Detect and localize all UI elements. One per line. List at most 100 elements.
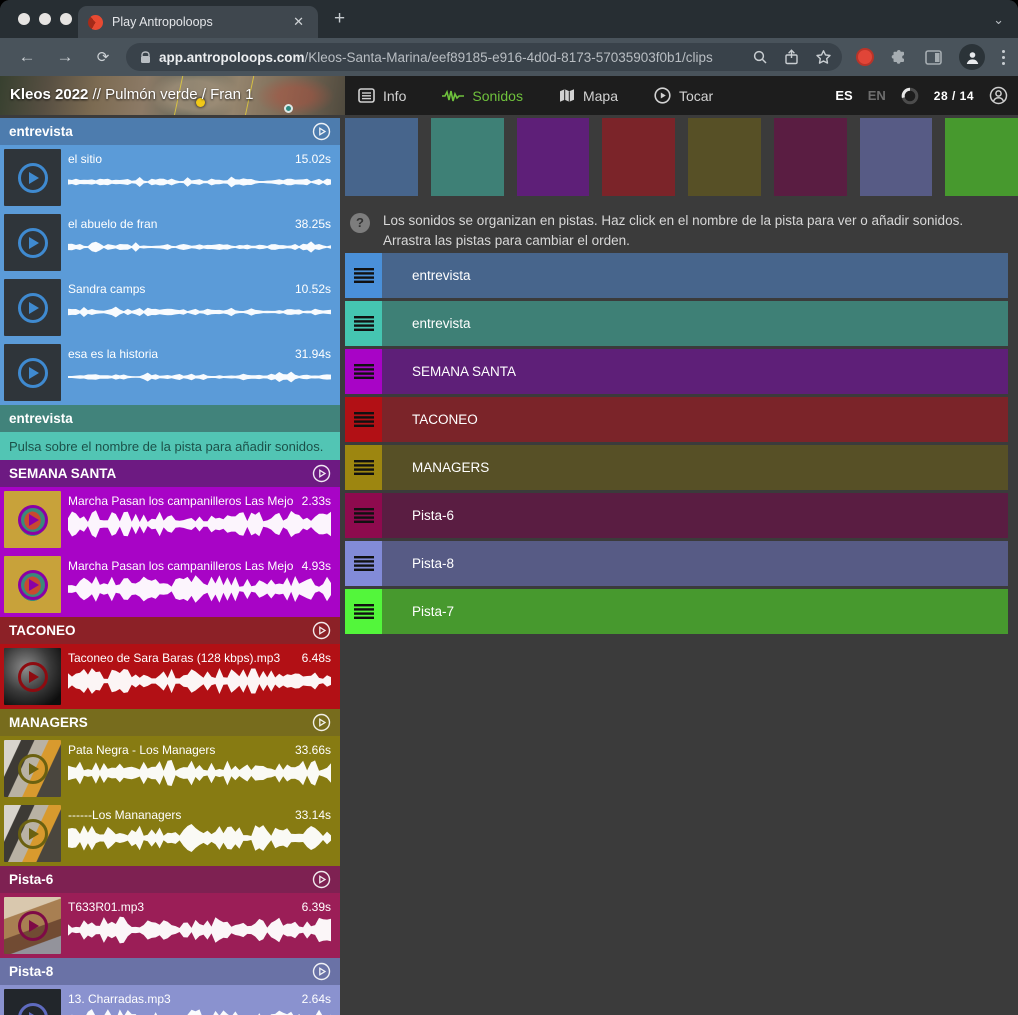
clip-row[interactable]: Marcha Pasan los campanilleros Las Mejor… bbox=[0, 487, 340, 552]
track-row[interactable]: entrevista bbox=[345, 253, 1008, 298]
nav-tocar[interactable]: Tocar bbox=[654, 87, 713, 104]
waveform[interactable] bbox=[68, 915, 331, 945]
track-row[interactable]: MANAGERS bbox=[345, 445, 1008, 490]
clip-thumbnail[interactable] bbox=[4, 897, 61, 954]
clip-thumbnail[interactable] bbox=[4, 556, 61, 613]
clip-thumbnail[interactable] bbox=[4, 491, 61, 548]
clip-row[interactable]: el abuelo de fran38.25s bbox=[0, 210, 340, 275]
play-track-icon[interactable] bbox=[312, 464, 331, 483]
close-window-button[interactable] bbox=[18, 13, 30, 25]
split-view-icon[interactable] bbox=[925, 50, 942, 65]
track-name[interactable]: Pista-7 bbox=[412, 604, 454, 619]
track-swatch[interactable] bbox=[431, 118, 504, 196]
track-swatch[interactable] bbox=[945, 118, 1018, 196]
waveform[interactable] bbox=[68, 167, 331, 197]
profile-icon[interactable] bbox=[959, 44, 985, 70]
play-track-icon[interactable] bbox=[312, 962, 331, 981]
play-clip-icon[interactable] bbox=[18, 570, 48, 600]
waveform[interactable] bbox=[68, 823, 331, 853]
waveform[interactable] bbox=[68, 297, 331, 327]
track-swatch[interactable] bbox=[688, 118, 761, 196]
waveform[interactable] bbox=[68, 362, 331, 392]
drag-handle[interactable] bbox=[345, 541, 382, 586]
track-row[interactable]: entrevista bbox=[345, 301, 1008, 346]
drag-handle[interactable] bbox=[345, 589, 382, 634]
clip-row[interactable]: el sitio15.02s bbox=[0, 145, 340, 210]
track-row[interactable]: TACONEO bbox=[345, 397, 1008, 442]
clip-row[interactable]: Pata Negra - Los Managers33.66s bbox=[0, 736, 340, 801]
track-swatch[interactable] bbox=[345, 118, 418, 196]
clip-row[interactable]: Taconeo de Sara Baras (128 kbps).mp36.48… bbox=[0, 644, 340, 709]
play-clip-icon[interactable] bbox=[18, 819, 48, 849]
clip-thumbnail[interactable] bbox=[4, 805, 61, 862]
track-swatch[interactable] bbox=[517, 118, 590, 196]
track-row[interactable]: Pista-6 bbox=[345, 493, 1008, 538]
star-icon[interactable] bbox=[815, 49, 832, 65]
play-track-icon[interactable] bbox=[312, 713, 331, 732]
lang-es-button[interactable]: ES bbox=[835, 88, 852, 103]
drag-handle[interactable] bbox=[345, 397, 382, 442]
track-section-header[interactable]: Pista-6 bbox=[0, 866, 340, 893]
waveform[interactable] bbox=[68, 574, 331, 604]
play-clip-icon[interactable] bbox=[18, 228, 48, 258]
waveform[interactable] bbox=[68, 758, 331, 788]
play-clip-icon[interactable] bbox=[18, 163, 48, 193]
clip-row[interactable]: esa es la historia31.94s bbox=[0, 340, 340, 405]
drag-handle[interactable] bbox=[345, 493, 382, 538]
address-bar[interactable]: app.antropoloops.com/Kleos-Santa-Marina/… bbox=[126, 43, 842, 71]
waveform[interactable] bbox=[68, 666, 331, 696]
track-section-header[interactable]: MANAGERS bbox=[0, 709, 340, 736]
play-clip-icon[interactable] bbox=[18, 358, 48, 388]
kebab-menu-icon[interactable] bbox=[1002, 50, 1005, 65]
minimize-window-button[interactable] bbox=[39, 13, 51, 25]
drag-handle[interactable] bbox=[345, 445, 382, 490]
play-track-icon[interactable] bbox=[312, 122, 331, 141]
track-row[interactable]: SEMANA SANTA bbox=[345, 349, 1008, 394]
track-swatch[interactable] bbox=[860, 118, 933, 196]
track-swatch[interactable] bbox=[774, 118, 847, 196]
play-clip-icon[interactable] bbox=[18, 911, 48, 941]
track-section-header[interactable]: TACONEO bbox=[0, 617, 340, 644]
new-tab-button[interactable]: + bbox=[334, 9, 345, 28]
play-track-icon[interactable] bbox=[312, 621, 331, 640]
nav-sonidos[interactable]: Sonidos bbox=[442, 88, 523, 104]
track-section-header[interactable]: SEMANA SANTA bbox=[0, 460, 340, 487]
drag-handle[interactable] bbox=[345, 253, 382, 298]
reload-icon[interactable]: ⟳ bbox=[92, 48, 114, 66]
clip-thumbnail[interactable] bbox=[4, 740, 61, 797]
track-name[interactable]: MANAGERS bbox=[412, 460, 489, 475]
back-icon[interactable]: ← bbox=[16, 47, 38, 67]
account-icon[interactable] bbox=[989, 86, 1008, 105]
record-icon[interactable] bbox=[856, 48, 874, 66]
waveform[interactable] bbox=[68, 1007, 331, 1015]
track-name[interactable]: Pista-8 bbox=[412, 556, 454, 571]
close-tab-icon[interactable]: ✕ bbox=[289, 12, 308, 32]
track-row[interactable]: Pista-7 bbox=[345, 589, 1008, 634]
play-clip-icon[interactable] bbox=[18, 662, 48, 692]
search-icon[interactable] bbox=[752, 49, 768, 65]
zoom-window-button[interactable] bbox=[60, 13, 72, 25]
track-name[interactable]: entrevista bbox=[412, 268, 471, 283]
play-track-icon[interactable] bbox=[312, 870, 331, 889]
clip-row[interactable]: Sandra camps10.52s bbox=[0, 275, 340, 340]
clip-thumbnail[interactable] bbox=[4, 648, 61, 705]
track-section-header[interactable]: entrevista bbox=[0, 405, 340, 432]
track-section-header[interactable]: entrevista bbox=[0, 118, 340, 145]
clip-thumbnail[interactable] bbox=[4, 149, 61, 206]
chevron-down-icon[interactable]: ⌄ bbox=[993, 12, 1004, 28]
play-clip-icon[interactable] bbox=[18, 505, 48, 535]
clip-thumbnail[interactable] bbox=[4, 344, 61, 401]
track-section-header[interactable]: Pista-8 bbox=[0, 958, 340, 985]
clip-thumbnail[interactable] bbox=[4, 989, 61, 1015]
track-name[interactable]: entrevista bbox=[412, 316, 471, 331]
drag-handle[interactable] bbox=[345, 349, 382, 394]
share-icon[interactable] bbox=[784, 49, 799, 65]
clip-thumbnail[interactable] bbox=[4, 214, 61, 271]
clip-row[interactable]: ------Los Mananagers33.14s bbox=[0, 801, 340, 866]
clip-row[interactable]: Marcha Pasan los campanilleros Las Mejor… bbox=[0, 552, 340, 617]
lang-en-button[interactable]: EN bbox=[868, 88, 886, 103]
browser-tab[interactable]: Play Antropoloops ✕ bbox=[78, 6, 318, 38]
puzzle-icon[interactable] bbox=[891, 49, 908, 66]
clip-row[interactable]: 13. Charradas.mp32.64s bbox=[0, 985, 340, 1015]
track-name[interactable]: Pista-6 bbox=[412, 508, 454, 523]
